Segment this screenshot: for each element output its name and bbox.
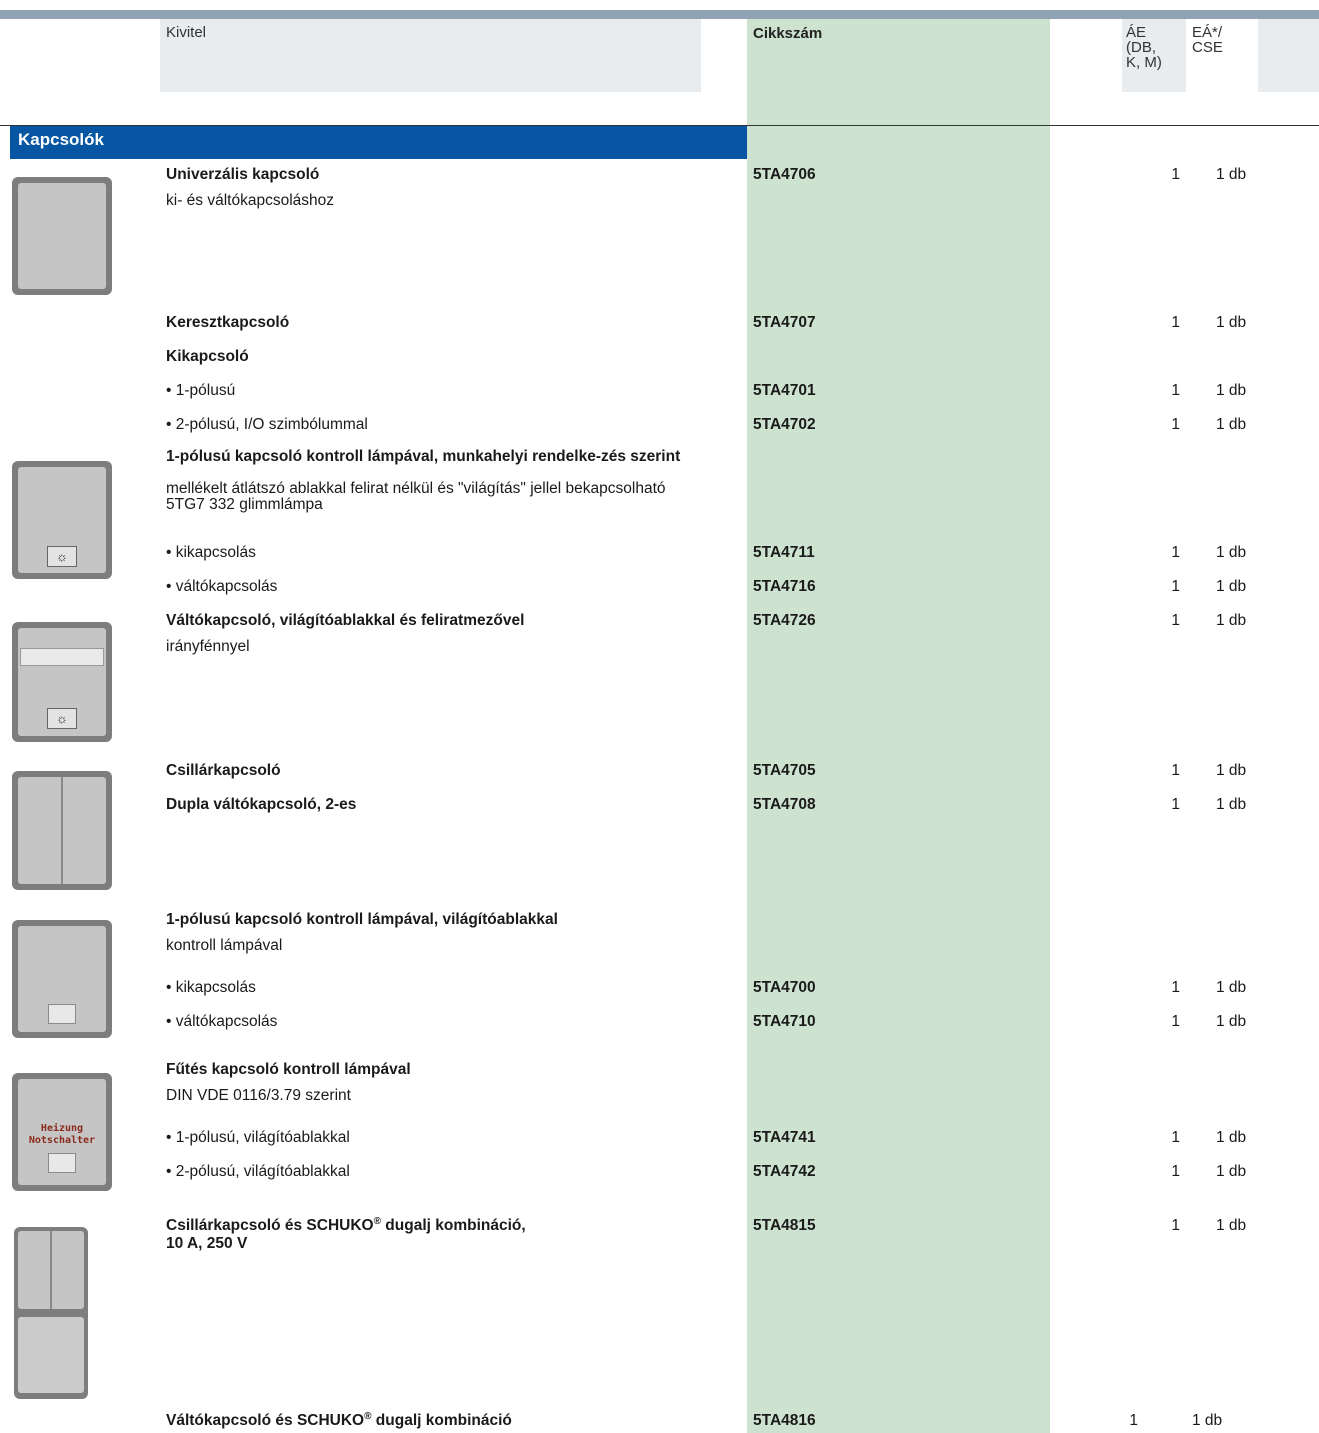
row-variant: • 1-pólusú, világítóablakkal <box>166 1129 350 1146</box>
ae-value: 1 <box>1171 612 1180 629</box>
article-number: 5TA4741 <box>753 1129 816 1146</box>
article-number: 5TA4815 <box>753 1217 816 1234</box>
ea-value: 1 db <box>1216 612 1247 629</box>
ea-value: 1 db <box>1192 1412 1223 1429</box>
ea-value: 1 db <box>1216 1163 1247 1180</box>
article-number: 5TA4708 <box>753 796 816 813</box>
header-kivitel-cell <box>160 19 701 92</box>
row-desc: irányfénnyel <box>166 638 250 655</box>
ea-value: 1 db <box>1216 416 1247 433</box>
row-variant: • 2-pólusú, világítóablakkal <box>166 1163 350 1180</box>
lamp-symbol-icon: ☼ <box>47 708 77 729</box>
ae-value: 1 <box>1171 796 1180 813</box>
row-desc: mellékelt átlátszó ablakkal felirat nélk… <box>166 480 666 513</box>
row-title: Univerzális kapcsoló <box>166 166 320 183</box>
article-number: 5TA4726 <box>753 612 816 629</box>
row-title: Csillárkapcsoló <box>166 762 281 779</box>
lamp-symbol-icon: ☼ <box>47 546 77 567</box>
row-desc: kontroll lámpával <box>166 937 283 954</box>
window-switch-icon <box>12 920 112 1038</box>
header-ae: ÁE (DB, K, M) <box>1126 24 1162 71</box>
ae-value: 1 <box>1171 1217 1180 1234</box>
section-bar <box>10 126 747 159</box>
ea-value: 1 db <box>1216 979 1247 996</box>
ea-value: 1 db <box>1216 166 1247 183</box>
row-variant: • kikapcsolás <box>166 544 256 561</box>
row-variant: • 2-pólusú, I/O szimbólummal <box>166 416 368 433</box>
row-variant: • kikapcsolás <box>166 979 256 996</box>
header-last-cell <box>1258 19 1319 92</box>
ae-value: 1 <box>1171 382 1180 399</box>
heizung-label: Heizung <box>40 1123 84 1134</box>
article-number: 5TA4705 <box>753 762 816 779</box>
row-title: 1-pólusú kapcsoló kontroll lámpával, mun… <box>166 448 681 465</box>
ea-value: 1 db <box>1216 1129 1247 1146</box>
ea-value: 1 db <box>1216 1013 1247 1030</box>
article-number: 5TA4700 <box>753 979 816 996</box>
ae-value: 1 <box>1171 1129 1180 1146</box>
article-number: 5TA4742 <box>753 1163 816 1180</box>
row-title: Váltókapcsoló és SCHUKO® dugalj kombinác… <box>166 1410 512 1429</box>
row-title: Fűtés kapcsoló kontroll lámpával <box>166 1061 411 1078</box>
switch-socket-combo-icon <box>14 1227 88 1399</box>
lamp-switch-icon: ☼ <box>12 461 112 579</box>
heating-switch-icon: Heizung Notschalter <box>12 1073 112 1191</box>
row-variant: • váltókapcsolás <box>166 578 278 595</box>
ae-value: 1 <box>1171 979 1180 996</box>
ae-value: 1 <box>1171 544 1180 561</box>
article-number: 5TA4816 <box>753 1412 816 1429</box>
ea-value: 1 db <box>1216 762 1247 779</box>
ae-value: 1 <box>1171 762 1180 779</box>
ea-value: 1 db <box>1216 578 1247 595</box>
header-kivitel: Kivitel <box>166 24 207 41</box>
header-cikkszam: Cikkszám <box>753 25 823 42</box>
row-desc: ki- és váltókapcsoláshoz <box>166 192 334 209</box>
ae-value: 1 <box>1171 1013 1180 1030</box>
labeled-switch-icon: ☼ <box>12 622 112 742</box>
row-variant: • váltókapcsolás <box>166 1013 278 1030</box>
ae-value: 1 <box>1171 166 1180 183</box>
section-title: Kapcsolók <box>18 130 104 149</box>
ae-value: 1 <box>1171 416 1180 433</box>
row-title: Keresztkapcsoló <box>166 314 290 331</box>
article-number: 5TA4706 <box>753 166 816 183</box>
row-variant: • 1-pólusú <box>166 382 236 399</box>
universal-switch-icon <box>12 177 112 295</box>
ea-value: 1 db <box>1216 544 1247 561</box>
ae-value: 1 <box>1171 578 1180 595</box>
row-desc: DIN VDE 0116/3.79 szerint <box>166 1087 351 1104</box>
top-rule <box>0 10 1319 19</box>
ae-value: 1 <box>1171 1163 1180 1180</box>
article-number: 5TA4702 <box>753 416 816 433</box>
notschalter-label: Notschalter <box>28 1135 96 1146</box>
row-title-line2: 10 A, 250 V <box>166 1235 248 1252</box>
row-title: Kikapcsoló <box>166 348 249 365</box>
double-switch-icon <box>12 771 112 890</box>
article-number: 5TA4711 <box>753 544 815 561</box>
ea-value: 1 db <box>1216 796 1247 813</box>
header-ea: EÁ*/CSE <box>1192 24 1223 56</box>
article-number: 5TA4710 <box>753 1013 816 1030</box>
article-number: 5TA4707 <box>753 314 816 331</box>
ae-value: 1 <box>1129 1412 1138 1429</box>
article-number: 5TA4701 <box>753 382 816 399</box>
row-title: Dupla váltókapcsoló, 2-es <box>166 796 357 813</box>
row-title: Váltókapcsoló, világítóablakkal és felir… <box>166 612 525 629</box>
ea-value: 1 db <box>1216 1217 1247 1234</box>
ae-value: 1 <box>1171 314 1180 331</box>
ea-value: 1 db <box>1216 382 1247 399</box>
row-title: 1-pólusú kapcsoló kontroll lámpával, vil… <box>166 911 558 928</box>
article-number: 5TA4716 <box>753 578 816 595</box>
row-title: Csillárkapcsoló és SCHUKO® dugalj kombin… <box>166 1215 526 1234</box>
ea-value: 1 db <box>1216 314 1247 331</box>
